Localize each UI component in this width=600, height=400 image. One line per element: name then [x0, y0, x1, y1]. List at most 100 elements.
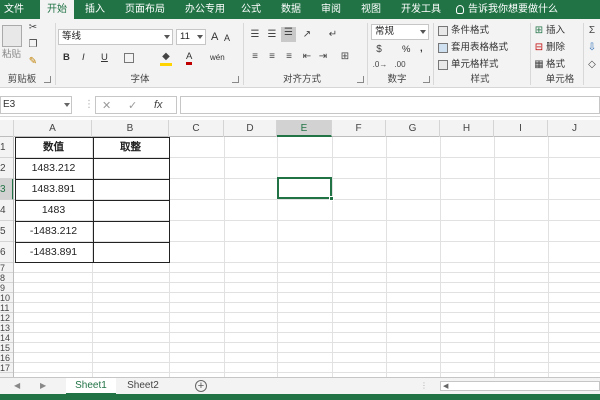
align-left-icon[interactable]: ≡ — [248, 51, 262, 63]
fill-handle[interactable] — [329, 196, 334, 201]
number-launcher-icon[interactable] — [423, 76, 430, 83]
row-header-3[interactable]: 3 — [0, 179, 13, 200]
bold-button[interactable]: B — [63, 52, 70, 64]
cell-a6[interactable]: -1483.891 — [15, 242, 92, 263]
cell-a4[interactable]: 1483 — [15, 200, 92, 221]
row-header-13[interactable]: 13 — [0, 323, 13, 333]
number-format-select[interactable]: 常规 — [371, 24, 429, 40]
cell-b1[interactable]: 取整 — [92, 137, 169, 158]
tab-file[interactable]: 文件 — [0, 0, 28, 19]
clear-icon[interactable]: ◇ — [586, 59, 598, 71]
underline-button[interactable]: U — [101, 52, 108, 64]
percent-button[interactable]: % — [402, 44, 410, 56]
tab-developer[interactable]: 开发工具 — [396, 0, 446, 19]
column-header-c[interactable]: C — [169, 120, 224, 137]
cell-a2[interactable]: 1483.212 — [15, 158, 92, 179]
decrease-decimal-icon[interactable]: .00 — [392, 59, 408, 71]
column-header-b[interactable]: B — [92, 120, 169, 137]
format-as-table-button[interactable]: 套用表格格式 — [451, 42, 508, 54]
conditional-format-button[interactable]: 条件格式 — [451, 25, 489, 37]
increase-indent-icon[interactable]: ⇥ — [316, 51, 330, 63]
tab-office[interactable]: 办公专用 — [178, 0, 232, 19]
cell-a5[interactable]: -1483.212 — [15, 221, 92, 242]
tab-data[interactable]: 数据 — [276, 0, 306, 19]
sheet-tab-sheet2[interactable]: Sheet2 — [118, 378, 168, 395]
tell-me-box[interactable]: 告诉我你想要做什么 — [456, 0, 558, 19]
paste-label[interactable]: 粘贴 — [2, 49, 21, 61]
insert-function-button[interactable]: fx — [154, 99, 163, 111]
row-header-4[interactable]: 4 — [0, 200, 13, 221]
orientation-icon[interactable]: ↗ — [300, 29, 314, 41]
insert-cells-button[interactable]: 插入 — [546, 25, 565, 37]
align-middle-icon[interactable]: ☰ — [265, 29, 279, 41]
grow-font-button[interactable]: A — [211, 31, 218, 43]
row-header-7[interactable]: 7 — [0, 263, 13, 273]
cell-styles-button[interactable]: 单元格样式 — [451, 59, 499, 71]
paste-icon[interactable] — [2, 25, 22, 47]
row-header-5[interactable]: 5 — [0, 221, 13, 242]
row-header-16[interactable]: 16 — [0, 353, 13, 363]
cancel-formula-button[interactable]: ✕ — [102, 99, 111, 112]
row-header-10[interactable]: 10 — [0, 293, 13, 303]
row-header-8[interactable]: 8 — [0, 273, 13, 283]
align-top-icon[interactable]: ☰ — [248, 29, 262, 41]
merge-center-icon[interactable]: ⊞ — [338, 51, 352, 63]
sheet-prev-icon[interactable]: ◀ — [14, 381, 20, 390]
column-header-h[interactable]: H — [440, 120, 494, 137]
row-header-15[interactable]: 15 — [0, 343, 13, 353]
select-all-corner[interactable] — [0, 120, 14, 137]
italic-button[interactable]: I — [82, 52, 85, 64]
column-header-a[interactable]: A — [14, 120, 92, 137]
row-header-14[interactable]: 14 — [0, 333, 13, 343]
tab-page-layout[interactable]: 页面布局 — [118, 0, 172, 19]
alignment-launcher-icon[interactable] — [357, 76, 364, 83]
tab-home[interactable]: 开始 — [40, 0, 74, 19]
column-header-i[interactable]: I — [494, 120, 548, 137]
tab-view[interactable]: 视图 — [356, 0, 386, 19]
name-box-dropdown-icon[interactable] — [64, 103, 70, 107]
font-color-button[interactable]: A — [186, 51, 193, 65]
clipboard-launcher-icon[interactable] — [44, 76, 51, 83]
cut-icon[interactable]: ✂ — [27, 22, 39, 34]
font-name-select[interactable]: 等线 — [58, 29, 173, 45]
format-painter-icon[interactable]: ✎ — [27, 56, 39, 68]
enter-formula-button[interactable]: ✓ — [128, 99, 137, 112]
format-cells-button[interactable]: 格式 — [546, 59, 565, 71]
wrap-text-icon[interactable]: ↵ — [326, 29, 340, 41]
horizontal-scrollbar[interactable]: ◀ — [440, 381, 600, 391]
autosum-icon[interactable]: Σ — [586, 25, 598, 37]
fill-down-icon[interactable]: ⇩ — [586, 42, 598, 54]
tab-formulas[interactable]: 公式 — [236, 0, 266, 19]
delete-cells-button[interactable]: 删除 — [546, 42, 565, 54]
copy-icon[interactable]: ❐ — [27, 39, 39, 51]
increase-decimal-icon[interactable]: .0→ — [372, 59, 388, 71]
sheet-next-icon[interactable]: ▶ — [40, 381, 46, 390]
cell-a1[interactable]: 数值 — [15, 137, 92, 158]
name-box[interactable]: E3 — [0, 96, 72, 114]
accounting-format-icon[interactable]: $ — [372, 44, 386, 56]
align-bottom-icon[interactable]: ☰ — [281, 27, 296, 42]
fill-color-icon[interactable]: ◆ — [160, 51, 172, 66]
row-header-9[interactable]: 9 — [0, 283, 13, 293]
column-header-j[interactable]: J — [548, 120, 600, 137]
formula-input[interactable] — [180, 96, 600, 114]
column-header-f[interactable]: F — [332, 120, 386, 137]
row-header-2[interactable]: 2 — [0, 158, 13, 179]
sheet-tab-sheet1[interactable]: Sheet1 — [66, 378, 116, 395]
cell-a3[interactable]: 1483.891 — [15, 179, 92, 200]
row-header-6[interactable]: 6 — [0, 242, 13, 263]
column-header-g[interactable]: G — [386, 120, 440, 137]
row-header-11[interactable]: 11 — [0, 303, 13, 313]
scroll-left-icon[interactable]: ◀ — [443, 382, 448, 390]
row-header-12[interactable]: 12 — [0, 313, 13, 323]
pinyin-button[interactable]: wén — [210, 52, 225, 64]
column-header-d[interactable]: D — [224, 120, 277, 137]
align-center-icon[interactable]: ≡ — [265, 51, 279, 63]
decrease-indent-icon[interactable]: ⇤ — [300, 51, 314, 63]
font-launcher-icon[interactable] — [232, 76, 239, 83]
tab-review[interactable]: 审阅 — [316, 0, 346, 19]
borders-icon[interactable] — [124, 53, 134, 63]
row-header-1[interactable]: 1 — [0, 137, 13, 158]
active-cell-e3[interactable] — [277, 177, 334, 201]
align-right-icon[interactable]: ≡ — [282, 51, 296, 63]
